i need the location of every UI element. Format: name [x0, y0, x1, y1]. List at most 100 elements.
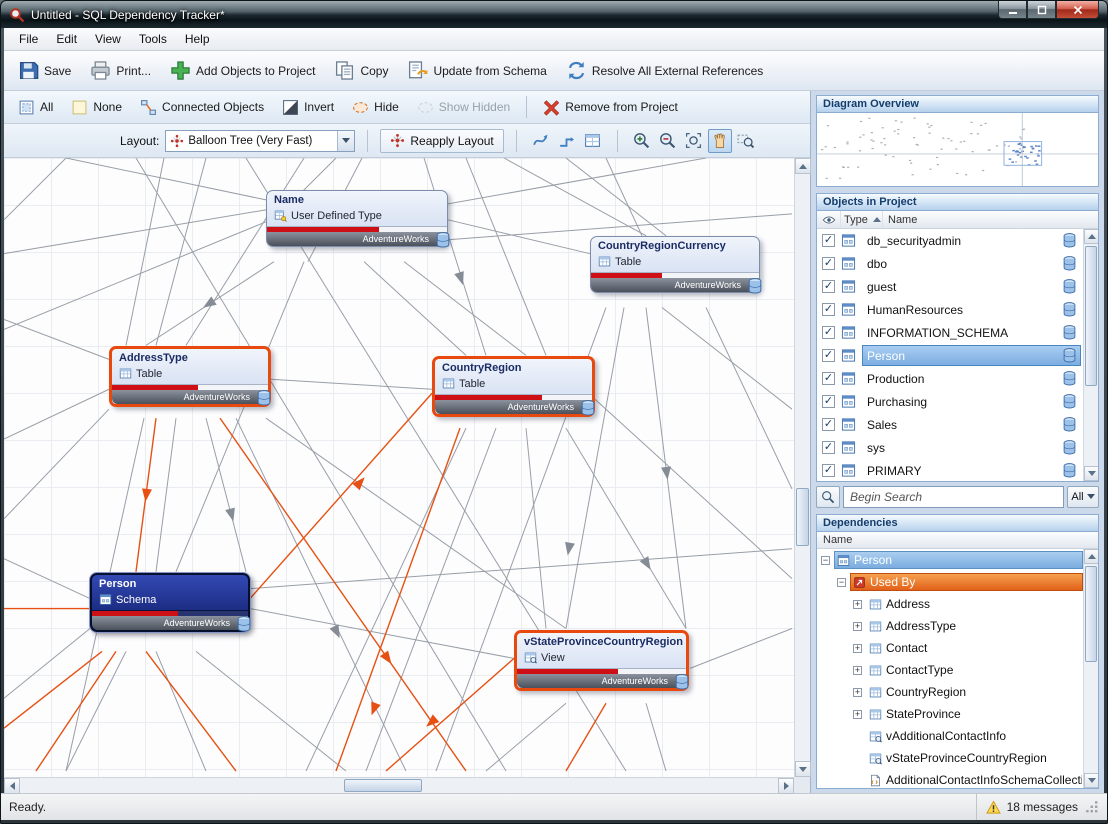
diagram-node-Name[interactable]: NameUser Defined TypeAdventureWorks	[266, 190, 448, 247]
connected-objects-button[interactable]: Connected Objects	[132, 94, 272, 121]
invert-selection-button[interactable]: Invert	[274, 94, 342, 121]
dependencies-name-column-header[interactable]: Name	[817, 532, 1098, 549]
zoom-in-button[interactable]	[630, 129, 654, 153]
search-input[interactable]	[843, 486, 1064, 508]
scroll-down-button[interactable]	[1084, 466, 1099, 481]
expand-toggle[interactable]: +	[853, 688, 862, 697]
scroll-left-button[interactable]	[4, 778, 20, 794]
messages-button[interactable]: 18 messages	[976, 794, 1078, 820]
object-row-Person[interactable]: ✓Person	[817, 344, 1083, 367]
menu-edit[interactable]: Edit	[47, 29, 86, 49]
select-none-button[interactable]: None	[63, 94, 130, 121]
name-column-header[interactable]: Name	[883, 214, 1098, 226]
remove-from-project-button[interactable]: Remove from Project	[535, 94, 686, 121]
resolve-external-references-button[interactable]: Resolve All External References	[558, 55, 771, 86]
dependency-row-contacttype[interactable]: +ContactType	[817, 659, 1083, 681]
object-row-db_securityadmin[interactable]: ✓db_securityadmin	[817, 229, 1083, 252]
object-visible-checkbox[interactable]: ✓	[822, 464, 835, 477]
minimize-button[interactable]	[998, 1, 1027, 19]
resize-grip[interactable]	[1086, 801, 1099, 814]
collapse-toggle[interactable]: −	[821, 556, 830, 565]
object-visible-checkbox[interactable]: ✓	[822, 372, 835, 385]
menu-help[interactable]: Help	[176, 29, 219, 49]
horizontal-scroll-thumb[interactable]	[344, 779, 422, 792]
close-button[interactable]	[1056, 1, 1099, 19]
objects-scroll-thumb[interactable]	[1085, 246, 1097, 386]
maximize-button[interactable]	[1027, 1, 1056, 19]
expand-toggle[interactable]: +	[853, 600, 862, 609]
dependency-row-vstateprovincecountryregion[interactable]: vStateProvinceCountryRegion	[817, 747, 1083, 769]
scroll-up-button[interactable]	[795, 158, 811, 174]
object-row-guest[interactable]: ✓guest	[817, 275, 1083, 298]
object-visible-checkbox[interactable]: ✓	[822, 441, 835, 454]
select-all-button[interactable]: All	[10, 94, 61, 121]
canvas-horizontal-scrollbar[interactable]	[4, 777, 794, 793]
dependency-row-stateprovince[interactable]: +StateProvince	[817, 703, 1083, 725]
diagram-node-CountryRegion[interactable]: CountryRegionTableAdventureWorks	[432, 356, 595, 417]
zoom-out-button[interactable]	[656, 129, 680, 153]
scroll-up-button[interactable]	[1084, 229, 1099, 244]
object-visible-checkbox[interactable]: ✓	[822, 349, 835, 362]
search-button[interactable]	[816, 486, 840, 508]
object-visible-checkbox[interactable]: ✓	[822, 303, 835, 316]
object-row-Sales[interactable]: ✓Sales	[817, 413, 1083, 436]
zoom-fit-button[interactable]	[682, 129, 706, 153]
diagram-node-vStateProvinceCountryRegion[interactable]: vStateProvinceCountryRegionViewAdventure…	[514, 630, 689, 691]
object-row-dbo[interactable]: ✓dbo	[817, 252, 1083, 275]
diagram-overview-minimap[interactable]	[816, 113, 1099, 187]
dependency-row-countryregion[interactable]: +CountryRegion	[817, 681, 1083, 703]
dependency-row-additionalcontactinfoschemacollection[interactable]: AdditionalContactInfoSchemaCollection	[817, 769, 1083, 788]
edge-style-curved-button[interactable]	[529, 129, 553, 153]
dependency-row-person[interactable]: −Person	[817, 549, 1083, 571]
search-scope-all-button[interactable]: All	[1067, 486, 1099, 508]
dropdown-arrow-icon[interactable]	[337, 131, 354, 151]
object-visible-checkbox[interactable]: ✓	[822, 257, 835, 270]
scroll-right-button[interactable]	[778, 778, 794, 794]
object-visible-checkbox[interactable]: ✓	[822, 418, 835, 431]
titlebar[interactable]: Untitled - SQL Dependency Tracker*	[1, 1, 1107, 28]
object-row-Purchasing[interactable]: ✓Purchasing	[817, 390, 1083, 413]
diagram-canvas[interactable]: NameUser Defined TypeAdventureWorks Count…	[4, 158, 810, 793]
diagram-surface[interactable]: NameUser Defined TypeAdventureWorks Count…	[4, 158, 794, 777]
expand-toggle[interactable]: +	[853, 622, 862, 631]
expand-toggle[interactable]: +	[853, 710, 862, 719]
pan-button[interactable]	[708, 129, 732, 153]
dependency-row-vadditionalcontactinfo[interactable]: vAdditionalContactInfo	[817, 725, 1083, 747]
object-visible-checkbox[interactable]: ✓	[822, 395, 835, 408]
menu-file[interactable]: File	[10, 29, 47, 49]
type-column-header[interactable]: Type	[841, 211, 883, 228]
objects-scrollbar[interactable]	[1083, 229, 1098, 481]
collapse-toggle[interactable]: −	[837, 578, 846, 587]
diagram-node-Person[interactable]: PersonSchemaAdventureWorks	[90, 573, 250, 632]
object-visible-checkbox[interactable]: ✓	[822, 326, 835, 339]
update-from-schema-button[interactable]: Update from Schema	[399, 55, 554, 86]
copy-button[interactable]: Copy	[326, 55, 396, 86]
dependency-row-contact[interactable]: +Contact	[817, 637, 1083, 659]
visibility-column-header[interactable]	[817, 211, 841, 228]
object-row-HumanResources[interactable]: ✓HumanResources	[817, 298, 1083, 321]
zoom-region-button[interactable]	[734, 129, 758, 153]
diagram-node-CountryRegionCurrency[interactable]: CountryRegionCurrencyTableAdventureWorks	[590, 236, 760, 293]
add-objects-button[interactable]: Add Objects to Project	[162, 55, 323, 86]
dependency-row-address[interactable]: +Address	[817, 593, 1083, 615]
reapply-layout-button[interactable]: Reapply Layout	[380, 129, 503, 153]
dependencies-scroll-thumb[interactable]	[1085, 566, 1097, 662]
expand-toggle[interactable]: +	[853, 644, 862, 653]
grid-view-button[interactable]	[581, 129, 605, 153]
object-visible-checkbox[interactable]: ✓	[822, 234, 835, 247]
object-visible-checkbox[interactable]: ✓	[822, 280, 835, 293]
scroll-up-button[interactable]	[1084, 549, 1099, 564]
diagram-node-AddressType[interactable]: AddressTypeTableAdventureWorks	[109, 346, 271, 407]
menu-view[interactable]: View	[86, 29, 130, 49]
scroll-down-button[interactable]	[795, 761, 811, 777]
scroll-down-button[interactable]	[1084, 773, 1099, 788]
object-row-INFORMATION_SCHEMA[interactable]: ✓INFORMATION_SCHEMA	[817, 321, 1083, 344]
menu-tools[interactable]: Tools	[130, 29, 176, 49]
dependency-row-addresstype[interactable]: +AddressType	[817, 615, 1083, 637]
print-button[interactable]: Print...	[82, 55, 159, 86]
canvas-vertical-scrollbar[interactable]	[794, 158, 810, 777]
object-row-PRIMARY[interactable]: ✓PRIMARY	[817, 459, 1083, 482]
object-row-sys[interactable]: ✓sys	[817, 436, 1083, 459]
edge-style-straight-button[interactable]	[555, 129, 579, 153]
object-row-Production[interactable]: ✓Production	[817, 367, 1083, 390]
